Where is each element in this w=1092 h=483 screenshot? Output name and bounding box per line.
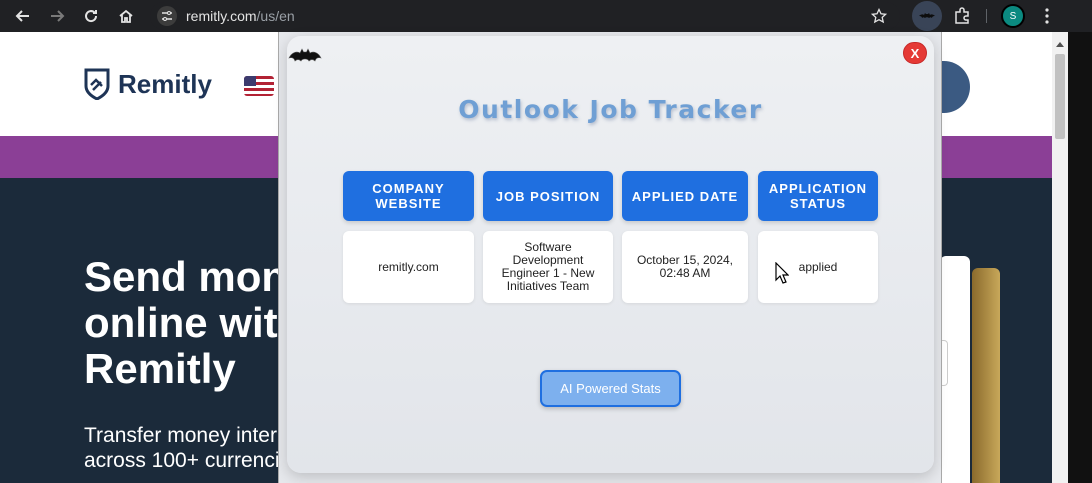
url-text[interactable]: remitly.com/us/en — [186, 8, 295, 24]
ai-powered-stats-button[interactable]: AI Powered Stats — [540, 370, 681, 407]
browser-menu-button[interactable] — [1035, 4, 1059, 28]
star-icon — [871, 8, 887, 24]
hero-image — [972, 268, 1000, 483]
window-edge — [1068, 32, 1092, 483]
url-domain: remitly.com — [186, 8, 257, 24]
browser-toolbar: remitly.com/us/en S — [0, 0, 1092, 32]
bat-icon — [919, 13, 935, 18]
scroll-up-arrow-icon[interactable] — [1056, 42, 1064, 47]
bookmark-button[interactable] — [867, 4, 891, 28]
job-tracker-extension-button[interactable] — [912, 1, 942, 31]
url-path: /us/en — [256, 8, 295, 24]
cell-job-position: Software Development Engineer 1 - New In… — [483, 231, 613, 303]
profile-initial: S — [1009, 10, 1017, 22]
mouse-cursor-icon — [775, 262, 789, 284]
header-job-position: JOB POSITION — [483, 171, 613, 221]
profile-avatar[interactable]: S — [1001, 4, 1025, 28]
bat-logo-icon — [288, 48, 322, 62]
header-company-website: COMPANY WEBSITE — [343, 171, 474, 221]
back-button[interactable] — [11, 4, 35, 28]
extensions-button[interactable] — [950, 4, 974, 28]
tune-icon — [162, 11, 172, 21]
us-flag-icon[interactable] — [244, 76, 274, 96]
shield-logo-icon — [84, 68, 110, 100]
header-application-status: APPLICATION STATUS — [758, 171, 878, 221]
header-applied-date: APPLIED DATE — [622, 171, 748, 221]
toolbar-divider — [986, 9, 987, 23]
site-info-button[interactable] — [157, 6, 177, 26]
reload-button[interactable] — [79, 4, 103, 28]
close-popup-button[interactable]: X — [903, 42, 927, 64]
forward-button[interactable] — [45, 4, 69, 28]
popup-title: Outlook Job Tracker — [458, 95, 763, 124]
remitly-logo[interactable]: Remitly — [84, 68, 212, 100]
puzzle-icon — [955, 7, 969, 24]
reload-icon — [85, 10, 98, 23]
arrow-left-icon — [15, 10, 29, 22]
brand-name: Remitly — [118, 68, 212, 99]
cell-company-website: remitly.com — [343, 231, 474, 303]
kebab-menu-icon — [1045, 8, 1049, 24]
scrollbar-thumb[interactable] — [1055, 54, 1065, 139]
arrow-right-icon — [51, 10, 65, 22]
home-icon — [119, 9, 133, 23]
home-button[interactable] — [114, 4, 138, 28]
cell-applied-date: October 15, 2024, 02:48 AM — [622, 231, 748, 303]
